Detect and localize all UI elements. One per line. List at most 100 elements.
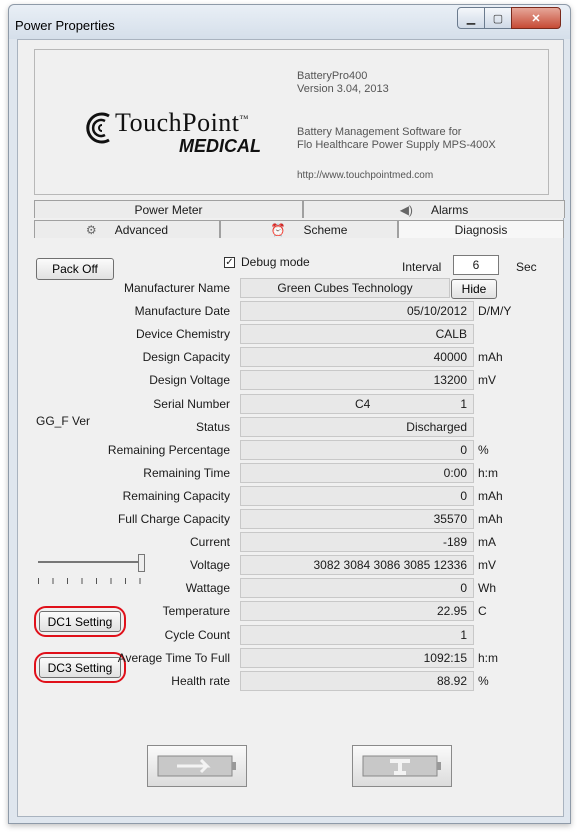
row-label: Manufacturer Name [123,281,230,295]
row-value-field: 3082 3084 3086 3085 12336 [240,555,474,575]
row-label: Current [189,535,230,549]
row-value-field: 13200 [240,370,474,390]
row-value-field: 1 [240,625,474,645]
close-icon: ✕ [531,12,541,25]
row-value-field: 0 [240,578,474,598]
row-label: Status [195,420,230,434]
row-label: Wattage [185,581,230,595]
row-value-field: CALB [240,324,474,344]
row-value-field: 22.95 [240,601,474,621]
tab-advanced-label: Advanced [114,222,169,237]
row-label: Remaining Time [143,466,230,480]
row-unit: h:m [478,466,499,480]
row-label: Cycle Count [164,628,230,642]
touchpoint-medical-logo: TouchPoint™ MEDICAL [83,108,273,166]
row-value: CALB [435,327,467,341]
minimize-button[interactable]: ▁ [457,7,485,29]
row-unit: mAh [478,512,503,526]
row-value: 3082 3084 3086 3085 12336 [313,558,468,572]
row-label: Temperature [162,604,230,618]
advanced-icon: ⚙ [85,222,97,237]
row-label: Design Voltage [149,373,230,387]
logo-wordmark-bottom: MEDICAL [179,136,261,156]
row-value-field: Discharged [240,417,474,437]
row-value: Green Cubes Technology [277,281,413,295]
battery-discharge-button[interactable] [147,745,247,787]
tab-power-meter-label: Power Meter [134,202,203,217]
row-value: 05/10/2012 [406,304,467,318]
current-slider[interactable] [38,554,148,588]
interval-input[interactable]: 6 [453,255,499,275]
slider-ticks [38,578,142,584]
logo-swirl-icon [86,112,110,144]
row-unit: mAh [478,350,503,364]
row-unit: Wh [478,581,496,595]
row-value-field: 35570 [240,509,474,529]
product-version: Version 3.04, 2013 [297,83,389,95]
row-value-field: 1 C4 [240,394,474,414]
product-name: BatteryPro400 [297,70,368,82]
tab-alarms-label: Alarms [430,202,469,217]
tab-power-meter[interactable]: Power Meter [34,200,303,218]
slider-track [38,561,142,563]
row-unit: mV [478,373,496,387]
row-unit: mAh [478,489,503,503]
maximize-icon: ▢ [492,12,504,25]
row-unit: % [478,443,489,457]
about-panel: TouchPoint™ MEDICAL BatteryPro400 Versio… [34,49,549,195]
row-label: Serial Number [153,397,230,411]
debug-mode-checkbox[interactable]: ✓ [224,257,235,268]
row-label: Remaining Capacity [122,489,230,503]
maximize-button[interactable]: ▢ [484,7,512,29]
tab-scheme-label: Scheme [303,222,348,237]
row-value: 13200 [433,373,467,387]
row-label: Average Time To Full [117,651,230,665]
tab-diagnosis[interactable]: Diagnosis [398,220,564,238]
dc1-setting-button[interactable]: DC1 Setting [39,611,121,632]
row-value-field: 0:00 [240,463,474,483]
tab-scheme[interactable]: ⏰ Scheme [220,220,398,238]
row-value: 35570 [433,512,467,526]
battery-charge-icon [362,755,441,777]
window-title: Power Properties [15,18,115,33]
row-value-field: Green Cubes Technology [240,278,450,298]
tab-advanced[interactable]: ⚙ Advanced [34,220,220,238]
row-value-field: 05/10/2012 [240,301,474,321]
logo-wordmark-top: TouchPoint™ [115,108,249,137]
row-value: Discharged [406,420,467,434]
row-unit: C [478,604,487,618]
debug-mode-label: Debug mode [241,255,310,269]
row-value-field: 0 [240,486,474,506]
close-button[interactable]: ✕ [511,7,561,29]
row-label: Full Charge Capacity [117,512,230,526]
row-value: -189 [442,535,467,549]
row-value: 1 [460,397,467,411]
row-label: Voltage [189,558,230,572]
gg-f-ver-label: GG_F Ver [36,414,91,428]
tab-row-back: Power Meter ◀) Alarms [34,200,565,218]
row-value: 40000 [433,350,467,364]
row-label: Design Capacity [142,350,230,364]
tab-diagnosis-label: Diagnosis [454,222,508,237]
slider-thumb[interactable] [138,554,145,572]
hide-button[interactable]: Hide [451,279,497,299]
row-label: Manufacture Date [134,304,230,318]
title-bar: Power Properties ▁ ▢ ✕ [9,5,570,39]
row-value-field: 0 [240,440,474,460]
speaker-icon: ◀) [399,202,413,217]
row-value: 1 [460,628,467,642]
diagnosis-panel: Pack Off ✓ Debug mode Interval 6 Sec Hid… [34,254,564,787]
row-value: 1092:15 [423,651,467,665]
row-value: 0:00 [443,466,467,480]
row-unit: h:m [478,651,499,665]
pack-off-button[interactable]: Pack Off [36,258,114,280]
description-line-1: Battery Management Software for [297,126,462,138]
row-value: 88.92 [436,674,467,688]
dc3-setting-button[interactable]: DC3 Setting [39,657,121,678]
row-value: 0 [460,443,467,457]
website-link[interactable]: http://www.touchpointmed.com [297,170,433,181]
tab-alarms[interactable]: ◀) Alarms [303,200,565,218]
description-line-2: Flo Healthcare Power Supply MPS-400X [297,139,496,151]
battery-charge-button[interactable] [352,745,452,787]
check-icon: ✓ [225,257,234,268]
